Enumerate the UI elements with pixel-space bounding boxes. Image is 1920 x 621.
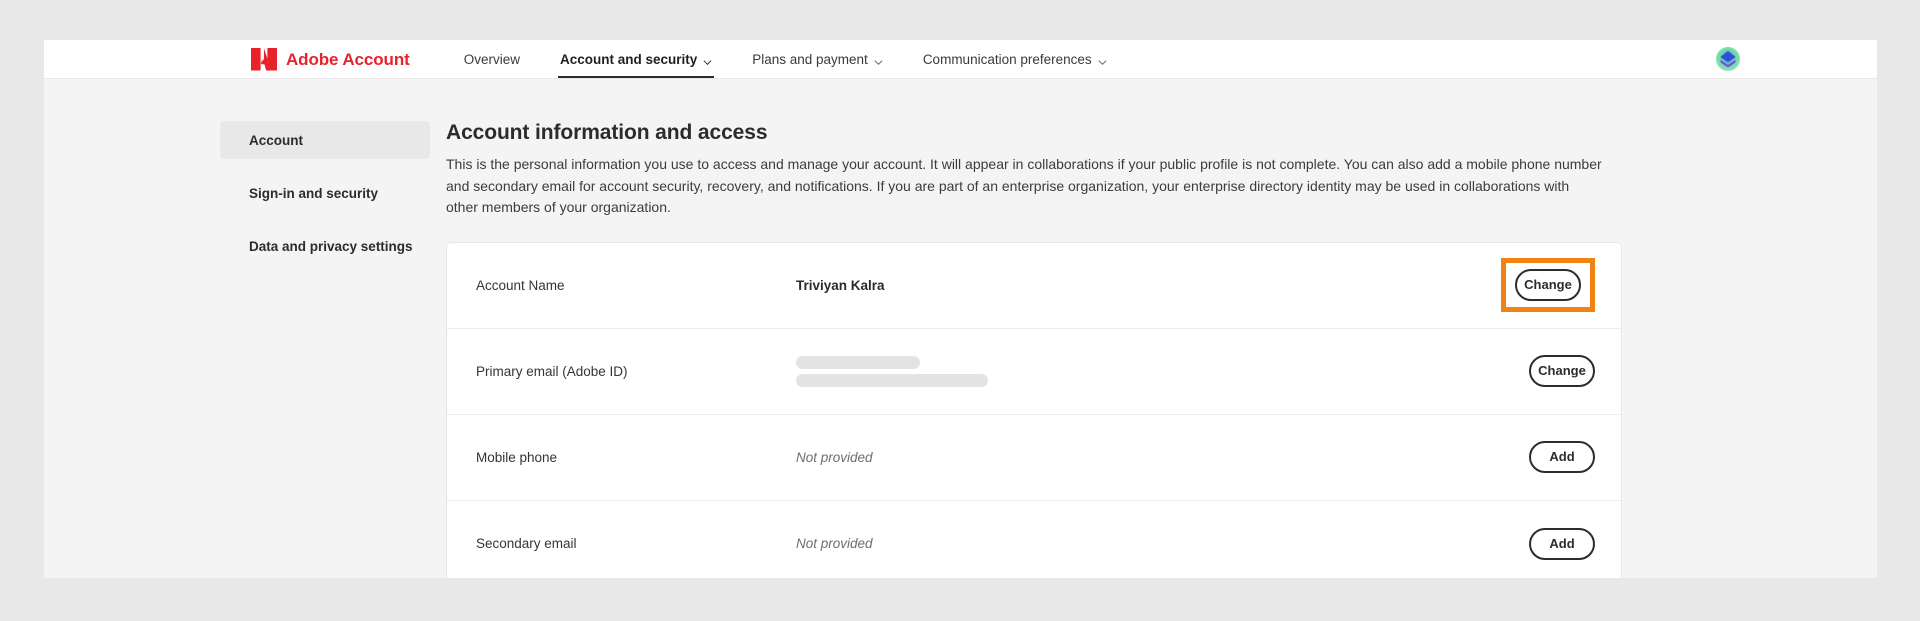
table-row: Account Name Triviyan Kalra Change bbox=[447, 243, 1621, 329]
page-title: Account information and access bbox=[446, 121, 768, 144]
nav-item-label: Communication preferences bbox=[922, 52, 1092, 67]
row-value: Not provided bbox=[796, 536, 873, 551]
row-value: Triviyan Kalra bbox=[796, 277, 885, 293]
brand-title: Adobe Account bbox=[286, 49, 410, 69]
page-content: Account Sign-in and security Data and pr… bbox=[44, 79, 1877, 578]
sidebar-item-label: Data and privacy settings bbox=[249, 238, 413, 254]
redacted-bar bbox=[796, 355, 920, 369]
top-navigation-bar: Adobe Account Overview Account and secur… bbox=[44, 40, 1877, 79]
chevron-down-icon bbox=[703, 55, 712, 66]
primary-nav: Overview Account and security Plans and … bbox=[444, 41, 1127, 78]
row-label: Primary email (Adobe ID) bbox=[476, 363, 628, 379]
row-action: Change bbox=[1425, 355, 1595, 387]
row-value bbox=[796, 355, 1425, 387]
row-label: Account Name bbox=[476, 277, 565, 293]
nav-item-communication-preferences[interactable]: Communication preferences bbox=[903, 41, 1127, 78]
change-primary-email-button[interactable]: Change bbox=[1529, 355, 1595, 387]
main-column: Account information and access This is t… bbox=[446, 121, 1877, 578]
row-action: Change bbox=[1425, 258, 1595, 312]
app-window: Adobe Account Overview Account and secur… bbox=[44, 40, 1877, 578]
row-action: Add bbox=[1425, 441, 1595, 473]
table-row: Mobile phone Not provided Add bbox=[447, 415, 1621, 501]
nav-item-overview[interactable]: Overview bbox=[444, 41, 540, 78]
redacted-value bbox=[796, 355, 1425, 387]
nav-item-plans-and-payment[interactable]: Plans and payment bbox=[732, 41, 903, 78]
adobe-logo-icon bbox=[251, 48, 277, 71]
add-secondary-email-button[interactable]: Add bbox=[1529, 527, 1595, 560]
chevron-down-icon bbox=[1098, 55, 1107, 65]
user-avatar-icon[interactable] bbox=[1715, 46, 1741, 72]
nav-item-label: Overview bbox=[463, 52, 520, 67]
sidebar-item-label: Sign-in and security bbox=[249, 185, 379, 201]
table-row: Primary email (Adobe ID) Change bbox=[447, 329, 1621, 415]
row-value: Not provided bbox=[796, 449, 873, 465]
nav-item-label: Account and security bbox=[559, 52, 698, 67]
page-description: This is the personal information you use… bbox=[446, 156, 1602, 215]
nav-item-account-and-security[interactable]: Account and security bbox=[540, 41, 732, 78]
row-action: Add bbox=[1425, 527, 1595, 560]
row-label: Secondary email bbox=[476, 536, 577, 551]
row-label: Mobile phone bbox=[476, 449, 558, 465]
highlight-annotation: Change bbox=[1501, 258, 1595, 312]
secondary-sidebar: Account Sign-in and security Data and pr… bbox=[220, 121, 430, 578]
account-information-table: Account Name Triviyan Kalra Change Prima… bbox=[446, 241, 1622, 579]
sidebar-item-sign-in-and-security[interactable]: Sign-in and security bbox=[220, 174, 430, 212]
add-mobile-phone-button[interactable]: Add bbox=[1529, 441, 1595, 473]
nav-item-label: Plans and payment bbox=[752, 52, 868, 67]
change-account-name-button[interactable]: Change bbox=[1515, 269, 1581, 301]
table-row: Secondary email Not provided Add bbox=[447, 501, 1621, 579]
sidebar-item-data-and-privacy-settings[interactable]: Data and privacy settings bbox=[220, 227, 430, 265]
chevron-down-icon bbox=[874, 55, 883, 65]
sidebar-item-account[interactable]: Account bbox=[220, 121, 430, 159]
sidebar-item-label: Account bbox=[249, 132, 303, 148]
redacted-bar bbox=[796, 373, 988, 387]
brand-logo-link[interactable]: Adobe Account bbox=[251, 48, 410, 71]
